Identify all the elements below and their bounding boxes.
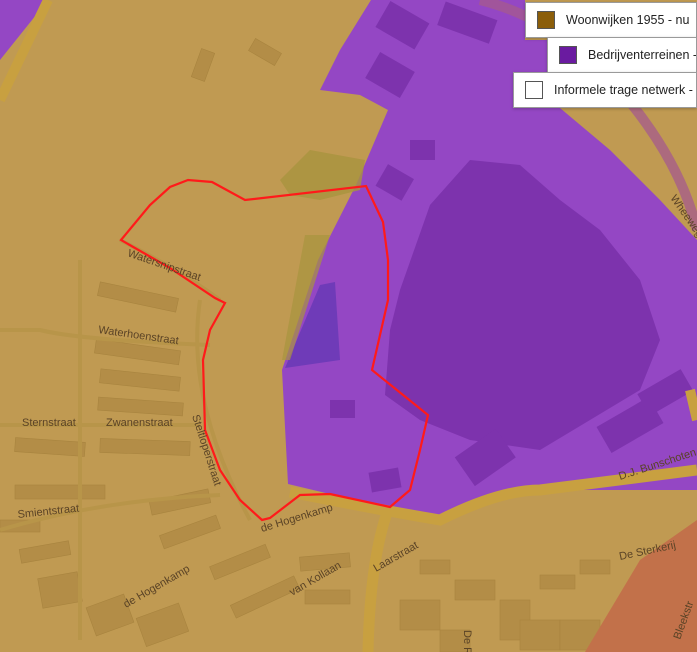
road-right: [685, 388, 697, 422]
legend-item-informele-trage-netwerk[interactable]: Informele trage netwerk -: [513, 72, 697, 108]
street-label-de-r: De R: [461, 630, 473, 652]
legend-label-woonwijken: Woonwijken 1955 - nu: [566, 13, 690, 27]
legend-swatch-woonwijken: [537, 11, 555, 29]
legend-label-bedrijventerreinen: Bedrijventerreinen -: [588, 48, 697, 62]
street-label-sternstraat: Sternstraat: [22, 417, 76, 429]
legend-item-bedrijventerreinen[interactable]: Bedrijventerreinen -: [547, 37, 697, 73]
legend-item-woonwijken[interactable]: Woonwijken 1955 - nu: [525, 2, 697, 38]
legend-swatch-informele-trage-netwerk: [525, 81, 543, 99]
legend-label-informele-trage-netwerk: Informele trage netwerk -: [554, 83, 693, 97]
legend-swatch-bedrijventerreinen: [559, 46, 577, 64]
street-label-zwanenstraat: Zwanenstraat: [106, 417, 173, 429]
